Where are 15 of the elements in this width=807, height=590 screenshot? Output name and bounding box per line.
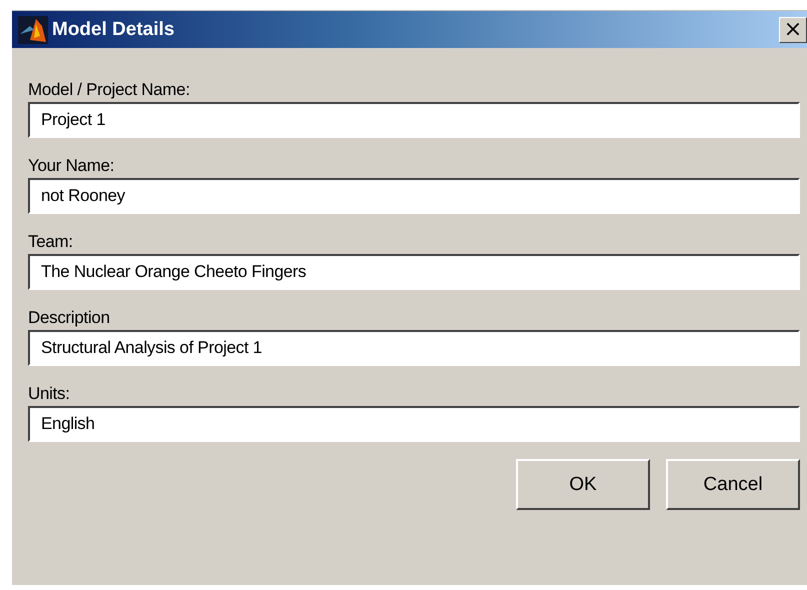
field-label: Team:	[28, 232, 74, 252]
input-field[interactable]: not Rooney	[28, 178, 800, 214]
logo-icon	[18, 16, 48, 44]
window-title: Model Details	[52, 18, 176, 40]
field-label: Model / Project Name:	[28, 80, 191, 100]
input-field[interactable]: Project 1	[28, 102, 800, 138]
input-field[interactable]: Structural Analysis of Project 1	[28, 330, 800, 366]
ok-button[interactable]: OK	[516, 459, 650, 510]
field-label: Your Name:	[28, 156, 116, 176]
input-field[interactable]: English	[28, 406, 800, 442]
field-label: Units:	[28, 384, 71, 404]
cancel-button[interactable]: Cancel	[666, 459, 800, 510]
field-label: Description	[28, 308, 111, 328]
close-button[interactable]: ×	[779, 16, 807, 42]
input-field[interactable]: The Nuclear Orange Cheeto Fingers	[28, 254, 800, 290]
